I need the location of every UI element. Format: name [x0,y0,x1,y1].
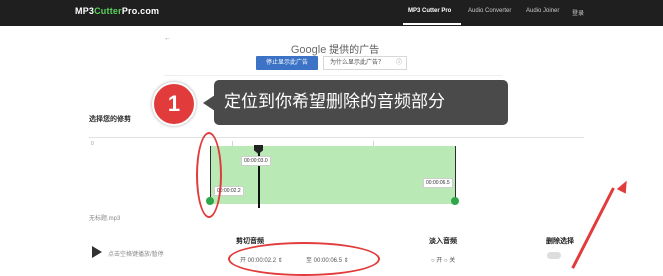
logo-text-cutter: Cutter [94,6,122,16]
logo-text-mp3: MP3 [75,6,95,16]
play-icon[interactable] [92,246,102,258]
playhead-time-tag: 00:00:03.0 [241,156,271,166]
file-name: 无标题.mp3 [89,216,121,222]
ad-title: Google 提供的广告 [260,41,410,56]
site-logo[interactable]: MP3CutterPro.com [75,6,159,16]
annotation-arrow [571,187,615,269]
nav-login[interactable]: 登录 [572,8,584,17]
step-number-badge: 1 [152,82,196,126]
ad-title-suffix: 提供的广告 [326,45,380,56]
logo-text-pro: Pro.com [121,6,160,16]
nav-audio-joiner[interactable]: Audio Joiner [526,8,559,14]
active-nav-indicator [403,23,461,25]
audio-waveform-selection[interactable] [210,146,456,204]
annotation-ring-time-fields [228,242,380,276]
ad-divider [164,75,502,76]
nav-mp3-cutter-pro[interactable]: MP3 Cutter Pro [408,8,451,14]
why-this-ad-button[interactable]: 为什么显示此广告？ ⓘ [323,56,407,70]
timeline-ruler [89,137,584,138]
fade-in-options[interactable]: ○ 开 ○ 关 [431,255,455,264]
annotation-ring-start-handle [196,132,222,218]
end-time-tag: 00:00:06.5 [423,178,453,188]
instruction-callout: 定位到你希望删除的音频部分 [214,80,508,125]
nav-audio-converter[interactable]: Audio Converter [468,8,511,14]
why-this-ad-label: 为什么显示此广告？ [330,60,385,66]
delete-selection-label: 删除选择 [546,237,574,245]
ad-brand: Google [290,44,327,56]
ad-back-arrow-icon[interactable]: ← [164,35,171,42]
end-drag-handle[interactable] [451,197,459,205]
end-handle-line[interactable] [455,146,456,204]
stop-showing-ad-button[interactable]: 停止显示此广告 [256,56,318,70]
top-navigation-bar: MP3CutterPro.com MP3 Cutter Pro Audio Co… [0,0,663,26]
delete-selection-toggle[interactable] [547,252,561,259]
play-hint: 点击空格键播放/暂停 [108,252,164,258]
timeline-tick-start: 0 [91,141,94,147]
annotation-arrow-head-icon [616,178,632,194]
selection-label: 选择您的修剪 [89,115,131,123]
fade-in-label: 淡入音频 [429,237,457,245]
info-icon: ⓘ [395,60,402,66]
